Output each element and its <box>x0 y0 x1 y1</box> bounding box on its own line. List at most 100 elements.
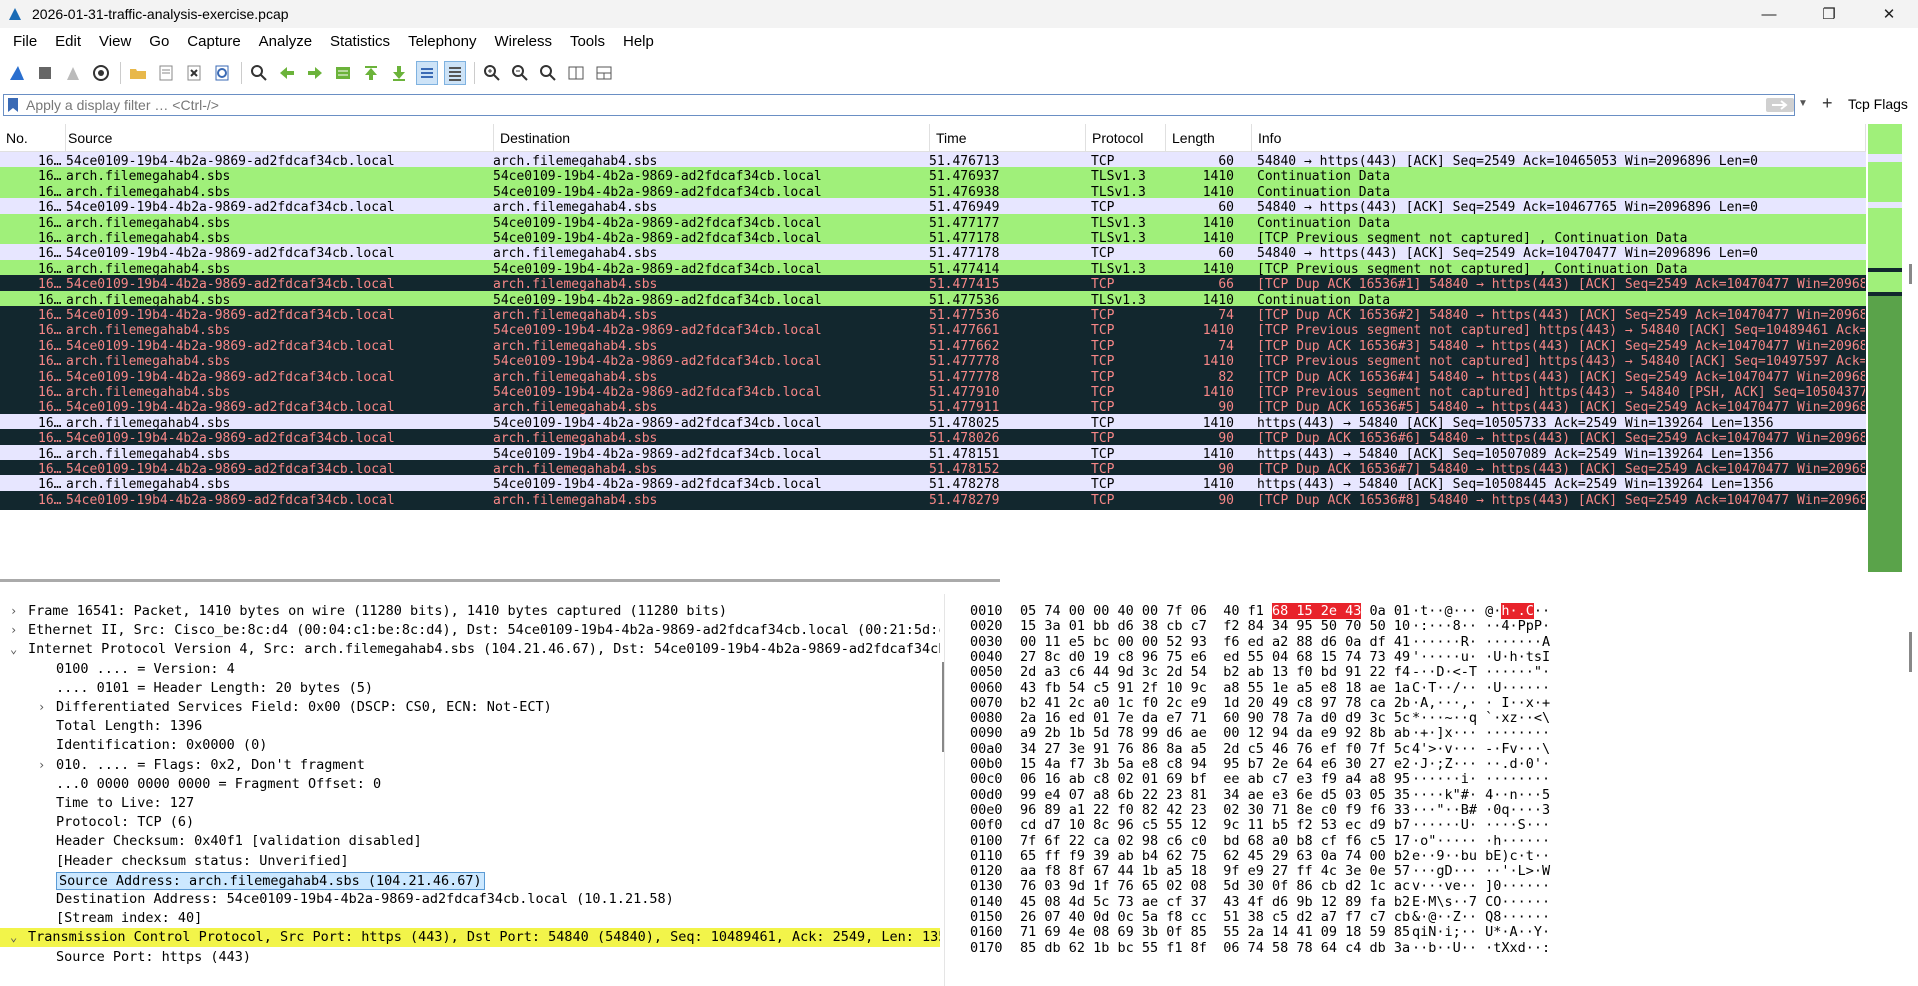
packet-minimap[interactable] <box>1866 124 1904 572</box>
bookmark-icon[interactable] <box>6 97 20 113</box>
detail-text: Internet Protocol Version 4, Src: arch.f… <box>28 641 944 658</box>
detail-tree-item[interactable]: ...0 0000 0000 0000 = Fragment Offset: 0 <box>0 775 944 794</box>
row-source: 54ce0109-19b4-4b2a-9869-ad2fdcaf34cb.loc… <box>66 492 395 508</box>
column-header-time[interactable]: Time <box>930 124 1086 152</box>
pane-splitter[interactable] <box>944 594 956 986</box>
detail-tree-item[interactable]: › Differentiated Services Field: 0x00 (DS… <box>0 698 944 717</box>
expand-chevron-icon[interactable]: › <box>38 698 48 717</box>
menu-wireless[interactable]: Wireless <box>485 28 561 56</box>
detail-text: Source Address: arch.filemegahab4.sbs (1… <box>56 871 485 890</box>
capture-options-button[interactable] <box>90 61 112 85</box>
close-file-button[interactable] <box>183 61 205 85</box>
add-filter-button-icon[interactable]: + <box>1822 93 1833 114</box>
detail-tree-item[interactable]: [Stream index: 40] <box>0 909 944 928</box>
detail-tree-item[interactable]: Header Checksum: 0x40f1 [validation disa… <box>0 832 944 851</box>
detail-tree-item[interactable]: [Header checksum status: Unverified] <box>0 852 944 871</box>
autoscroll-button[interactable] <box>416 61 438 85</box>
detail-tree-item[interactable]: Destination Address: 54ce0109-19b4-4b2a-… <box>0 890 944 909</box>
detail-tree-item[interactable]: ⌄ Transmission Control Protocol, Src Port… <box>0 928 944 948</box>
collapse-chevron-icon[interactable]: ⌄ <box>10 640 20 659</box>
detail-tree-item[interactable]: Protocol: TCP (6) <box>0 813 944 832</box>
detail-tree-item[interactable]: Time to Live: 127 <box>0 794 944 813</box>
minimize-button[interactable]: — <box>1746 0 1792 28</box>
find-packet-button[interactable] <box>248 61 270 85</box>
column-header-no[interactable]: No. <box>0 124 66 152</box>
colorize-icon <box>449 67 461 81</box>
save-file-button[interactable] <box>155 61 177 85</box>
packet-list-hscroll-thumb[interactable] <box>0 579 1000 582</box>
zoom-in-button[interactable] <box>481 61 503 85</box>
column-header-info[interactable]: Info <box>1252 124 1866 152</box>
detail-tree-item[interactable]: Destination Port: 54840 (54840) <box>0 967 944 970</box>
start-capture-button[interactable] <box>6 61 28 85</box>
detail-tree-item[interactable]: › Ethernet II, Src: Cisco_be:8c:d4 (00:04… <box>0 621 944 640</box>
detail-tree-item[interactable]: .... 0101 = Header Length: 20 bytes (5) <box>0 679 944 698</box>
resize-columns-button[interactable] <box>565 61 587 85</box>
stop-capture-button[interactable] <box>34 61 56 85</box>
packet-list-hscrollbar[interactable] <box>0 574 1866 586</box>
detail-text: Time to Live: 127 <box>56 795 195 811</box>
open-file-button[interactable] <box>127 61 149 85</box>
packet-list-scrollbar[interactable] <box>1904 124 1918 572</box>
tcp-flags-filter-button[interactable]: Tcp Flags <box>1848 96 1908 112</box>
expand-chevron-icon[interactable]: › <box>10 602 20 621</box>
go-last-button[interactable] <box>388 61 410 85</box>
column-header-source[interactable]: Source <box>62 124 494 152</box>
detail-tree-item[interactable]: Identification: 0x0000 (0) <box>0 736 944 755</box>
detail-tree-item[interactable]: › Frame 16541: Packet, 1410 bytes on wire… <box>0 602 944 621</box>
go-to-packet-button[interactable] <box>332 61 354 85</box>
packet-row[interactable]: 16… 54ce0109-19b4-4b2a-9869-ad2fdcaf34cb.… <box>0 490 1866 510</box>
autoscroll-icon <box>421 68 433 78</box>
menu-go[interactable]: Go <box>140 28 178 56</box>
detail-tree-item[interactable]: Source Port: https (443) <box>0 948 944 967</box>
packet-bytes-pane[interactable]: 0010 05 74 00 00 40 00 7f 06 40 f1 68 15 … <box>956 602 1896 972</box>
go-back-button[interactable] <box>276 61 298 85</box>
menu-analyze[interactable]: Analyze <box>250 28 321 56</box>
row-time: 51.478279 <box>929 492 1000 508</box>
display-filter-input[interactable] <box>26 96 1726 114</box>
detail-text: Header Checksum: 0x40f1 [validation disa… <box>56 833 422 850</box>
reload-file-button[interactable] <box>211 61 233 85</box>
menu-edit[interactable]: Edit <box>46 28 90 56</box>
expand-chevron-icon[interactable]: › <box>10 621 20 640</box>
go-first-button[interactable] <box>360 61 382 85</box>
close-button[interactable]: ✕ <box>1866 0 1912 28</box>
detail-tree-item[interactable]: Total Length: 1396 <box>0 717 944 736</box>
collapse-chevron-icon[interactable]: ⌄ <box>10 928 20 947</box>
packet-bytes-scroll-thumb[interactable] <box>1909 632 1912 672</box>
menu-view[interactable]: View <box>90 28 140 56</box>
restart-capture-button[interactable] <box>62 61 84 85</box>
maximize-button[interactable]: ❐ <box>1806 0 1852 28</box>
apply-filter-button[interactable] <box>1766 98 1794 112</box>
detail-tree-item[interactable]: Source Address: arch.filemegahab4.sbs (1… <box>0 871 944 890</box>
filter-history-dropdown[interactable]: ▼ <box>1798 98 1808 109</box>
packet-list-header: No. Source Destination Time Protocol Len… <box>0 124 1866 152</box>
column-header-length[interactable]: Length <box>1166 124 1252 152</box>
go-forward-button[interactable] <box>304 61 326 85</box>
detail-tree-item[interactable]: ⌄ Internet Protocol Version 4, Src: arch.… <box>0 640 944 659</box>
packet-list[interactable]: No. Source Destination Time Protocol Len… <box>0 124 1866 574</box>
expand-chevron-icon[interactable]: › <box>38 756 48 775</box>
column-header-protocol[interactable]: Protocol <box>1086 124 1166 152</box>
packet-list-scroll-thumb[interactable] <box>1909 264 1912 284</box>
menu-tools[interactable]: Tools <box>561 28 614 56</box>
stop-square-icon <box>39 67 51 79</box>
main-toolbar <box>0 56 1918 90</box>
detail-tree-item[interactable]: 0100 .... = Version: 4 <box>0 660 944 679</box>
ascii-segment: ··b··U·· ·tXxd··: <box>1412 939 1551 956</box>
hex-dump-line[interactable]: 0170 85 db 62 1b bc 55 f1 8f 06 74 58 78 … <box>970 939 1550 958</box>
column-header-destination[interactable]: Destination <box>494 124 930 152</box>
zoom-out-button[interactable] <box>509 61 531 85</box>
packet-bytes-scrollbar[interactable] <box>1904 602 1918 972</box>
packet-details-pane[interactable]: › Frame 16541: Packet, 1410 bytes on wire… <box>0 602 944 970</box>
menu-statistics[interactable]: Statistics <box>321 28 399 56</box>
wireshark-fin-icon <box>9 8 21 20</box>
layout-panes-button[interactable] <box>593 61 615 85</box>
detail-tree-item[interactable]: › 010. .... = Flags: 0x2, Don't fragment <box>0 756 944 775</box>
menu-help[interactable]: Help <box>614 28 663 56</box>
colorize-button[interactable] <box>444 61 466 85</box>
menu-file[interactable]: File <box>4 28 46 56</box>
menu-telephony[interactable]: Telephony <box>399 28 485 56</box>
zoom-normal-button[interactable] <box>537 61 559 85</box>
menu-capture[interactable]: Capture <box>178 28 249 56</box>
